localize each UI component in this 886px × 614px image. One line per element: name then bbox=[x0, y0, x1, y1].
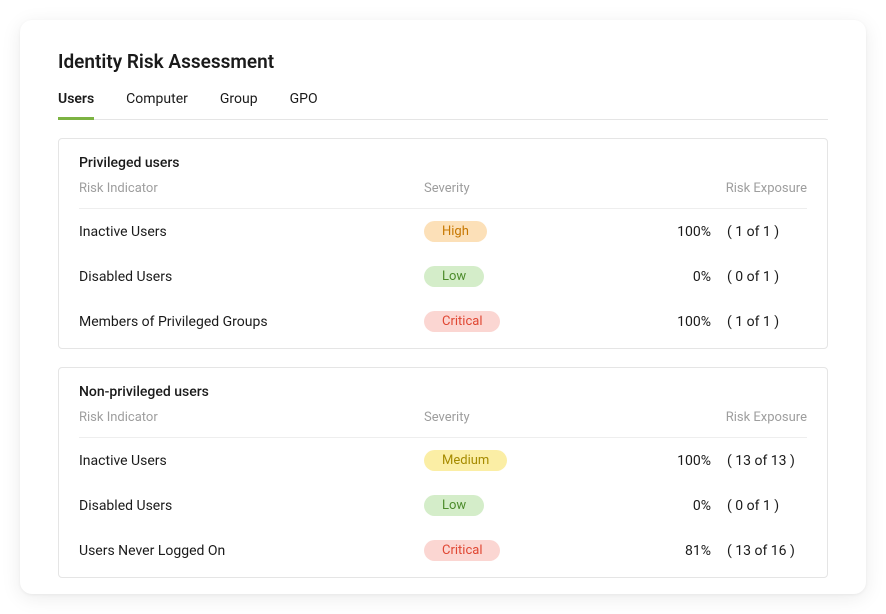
exposure-percent: 81% bbox=[669, 543, 711, 559]
assessment-card: Identity Risk Assessment Users Computer Gr… bbox=[20, 20, 866, 594]
exposure-percent: 100% bbox=[669, 224, 711, 240]
section: Non-privileged users Risk IndicatorSeveri… bbox=[58, 367, 828, 578]
risk-exposure: 0% ( 0 of 1 ) bbox=[574, 269, 807, 285]
table-header: Risk IndicatorSeverityRisk Exposure bbox=[79, 181, 807, 209]
exposure-count: ( 0 of 1 ) bbox=[727, 498, 807, 514]
exposure-percent: 0% bbox=[669, 498, 711, 514]
table-row[interactable]: Members of Privileged GroupsCritical 100%… bbox=[79, 299, 807, 344]
risk-indicator: Inactive Users bbox=[79, 453, 424, 469]
severity-badge: Critical bbox=[424, 311, 500, 332]
table-row[interactable]: Users Never Logged OnCritical 81% ( 13 of … bbox=[79, 528, 807, 573]
severity-badge: Medium bbox=[424, 450, 507, 471]
page-title: Identity Risk Assessment bbox=[58, 50, 828, 73]
table-row[interactable]: Inactive UsersHigh 100% ( 1 of 1 ) bbox=[79, 209, 807, 254]
exposure-percent: 100% bbox=[669, 453, 711, 469]
risk-exposure: 100% ( 1 of 1 ) bbox=[574, 314, 807, 330]
tab-gpo[interactable]: GPO bbox=[290, 91, 318, 120]
risk-exposure: 0% ( 0 of 1 ) bbox=[574, 498, 807, 514]
risk-indicator: Members of Privileged Groups bbox=[79, 314, 424, 330]
table-row[interactable]: Disabled UsersLow 0% ( 0 of 1 ) bbox=[79, 254, 807, 299]
section-title: Non-privileged users bbox=[79, 384, 807, 400]
severity-badge: High bbox=[424, 221, 487, 242]
risk-exposure: 81% ( 13 of 16 ) bbox=[574, 543, 807, 559]
col-severity: Severity bbox=[424, 410, 574, 425]
risk-indicator: Inactive Users bbox=[79, 224, 424, 240]
tab-computer[interactable]: Computer bbox=[126, 91, 188, 120]
risk-indicator: Disabled Users bbox=[79, 498, 424, 514]
table-row[interactable]: Inactive UsersMedium 100% ( 13 of 13 ) bbox=[79, 438, 807, 483]
exposure-percent: 100% bbox=[669, 314, 711, 330]
risk-exposure: 100% ( 13 of 13 ) bbox=[574, 453, 807, 469]
tab-users[interactable]: Users bbox=[58, 91, 94, 120]
exposure-percent: 0% bbox=[669, 269, 711, 285]
exposure-count: ( 1 of 1 ) bbox=[727, 224, 807, 240]
severity-cell: Critical bbox=[424, 540, 574, 561]
risk-exposure: 100% ( 1 of 1 ) bbox=[574, 224, 807, 240]
tabs: Users Computer Group GPO bbox=[58, 91, 828, 120]
col-severity: Severity bbox=[424, 181, 574, 196]
exposure-count: ( 1 of 1 ) bbox=[727, 314, 807, 330]
severity-cell: Low bbox=[424, 266, 574, 287]
severity-badge: Low bbox=[424, 266, 484, 287]
exposure-count: ( 0 of 1 ) bbox=[727, 269, 807, 285]
severity-cell: Critical bbox=[424, 311, 574, 332]
severity-badge: Critical bbox=[424, 540, 500, 561]
risk-indicator: Disabled Users bbox=[79, 269, 424, 285]
col-indicator: Risk Indicator bbox=[79, 181, 424, 196]
severity-cell: Medium bbox=[424, 450, 574, 471]
table-row[interactable]: Disabled UsersLow 0% ( 0 of 1 ) bbox=[79, 483, 807, 528]
section-title: Privileged users bbox=[79, 155, 807, 171]
exposure-count: ( 13 of 16 ) bbox=[727, 543, 807, 559]
sections: Privileged usersRisk IndicatorSeverityRi… bbox=[58, 138, 828, 578]
tab-group[interactable]: Group bbox=[220, 91, 258, 120]
section: Privileged users Risk IndicatorSeverityRi… bbox=[58, 138, 828, 349]
col-exposure: Risk Exposure bbox=[574, 181, 807, 196]
col-exposure: Risk Exposure bbox=[574, 410, 807, 425]
exposure-count: ( 13 of 13 ) bbox=[727, 453, 807, 469]
severity-cell: High bbox=[424, 221, 574, 242]
risk-indicator: Users Never Logged On bbox=[79, 543, 424, 559]
severity-badge: Low bbox=[424, 495, 484, 516]
col-indicator: Risk Indicator bbox=[79, 410, 424, 425]
table-header: Risk IndicatorSeverityRisk Exposure bbox=[79, 410, 807, 438]
severity-cell: Low bbox=[424, 495, 574, 516]
